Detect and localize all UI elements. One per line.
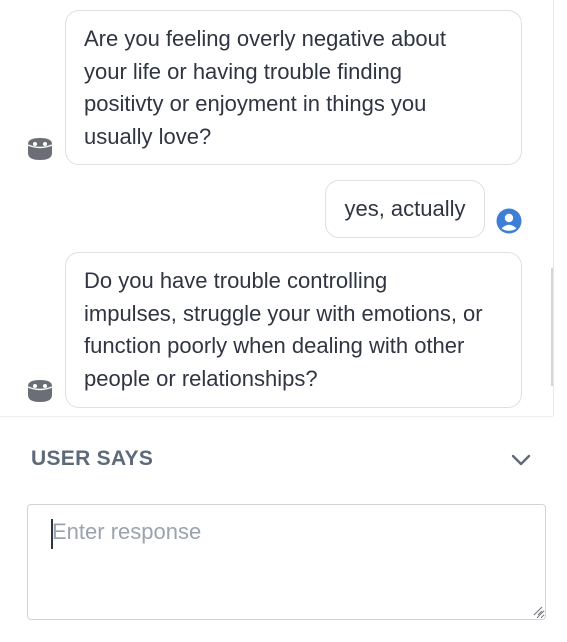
divider	[0, 416, 553, 417]
robot-head-icon	[27, 138, 53, 160]
robot-head-icon	[27, 380, 53, 402]
response-input[interactable]	[27, 504, 546, 620]
bot-message: Are you feeling overly negative about yo…	[65, 10, 522, 165]
chat-scrollbar-track[interactable]	[553, 0, 554, 416]
user-message: yes, actually	[325, 180, 485, 238]
text-caret	[51, 519, 53, 549]
user-circle-icon	[496, 208, 522, 234]
composer-title: USER SAYS	[31, 447, 154, 470]
chevron-down-icon[interactable]	[510, 452, 532, 468]
chat-scrollbar-thumb[interactable]	[551, 268, 553, 386]
bot-message: Do you have trouble controlling impulses…	[65, 252, 522, 408]
chat-transcript[interactable]: Are you feeling overly negative about yo…	[0, 0, 553, 416]
